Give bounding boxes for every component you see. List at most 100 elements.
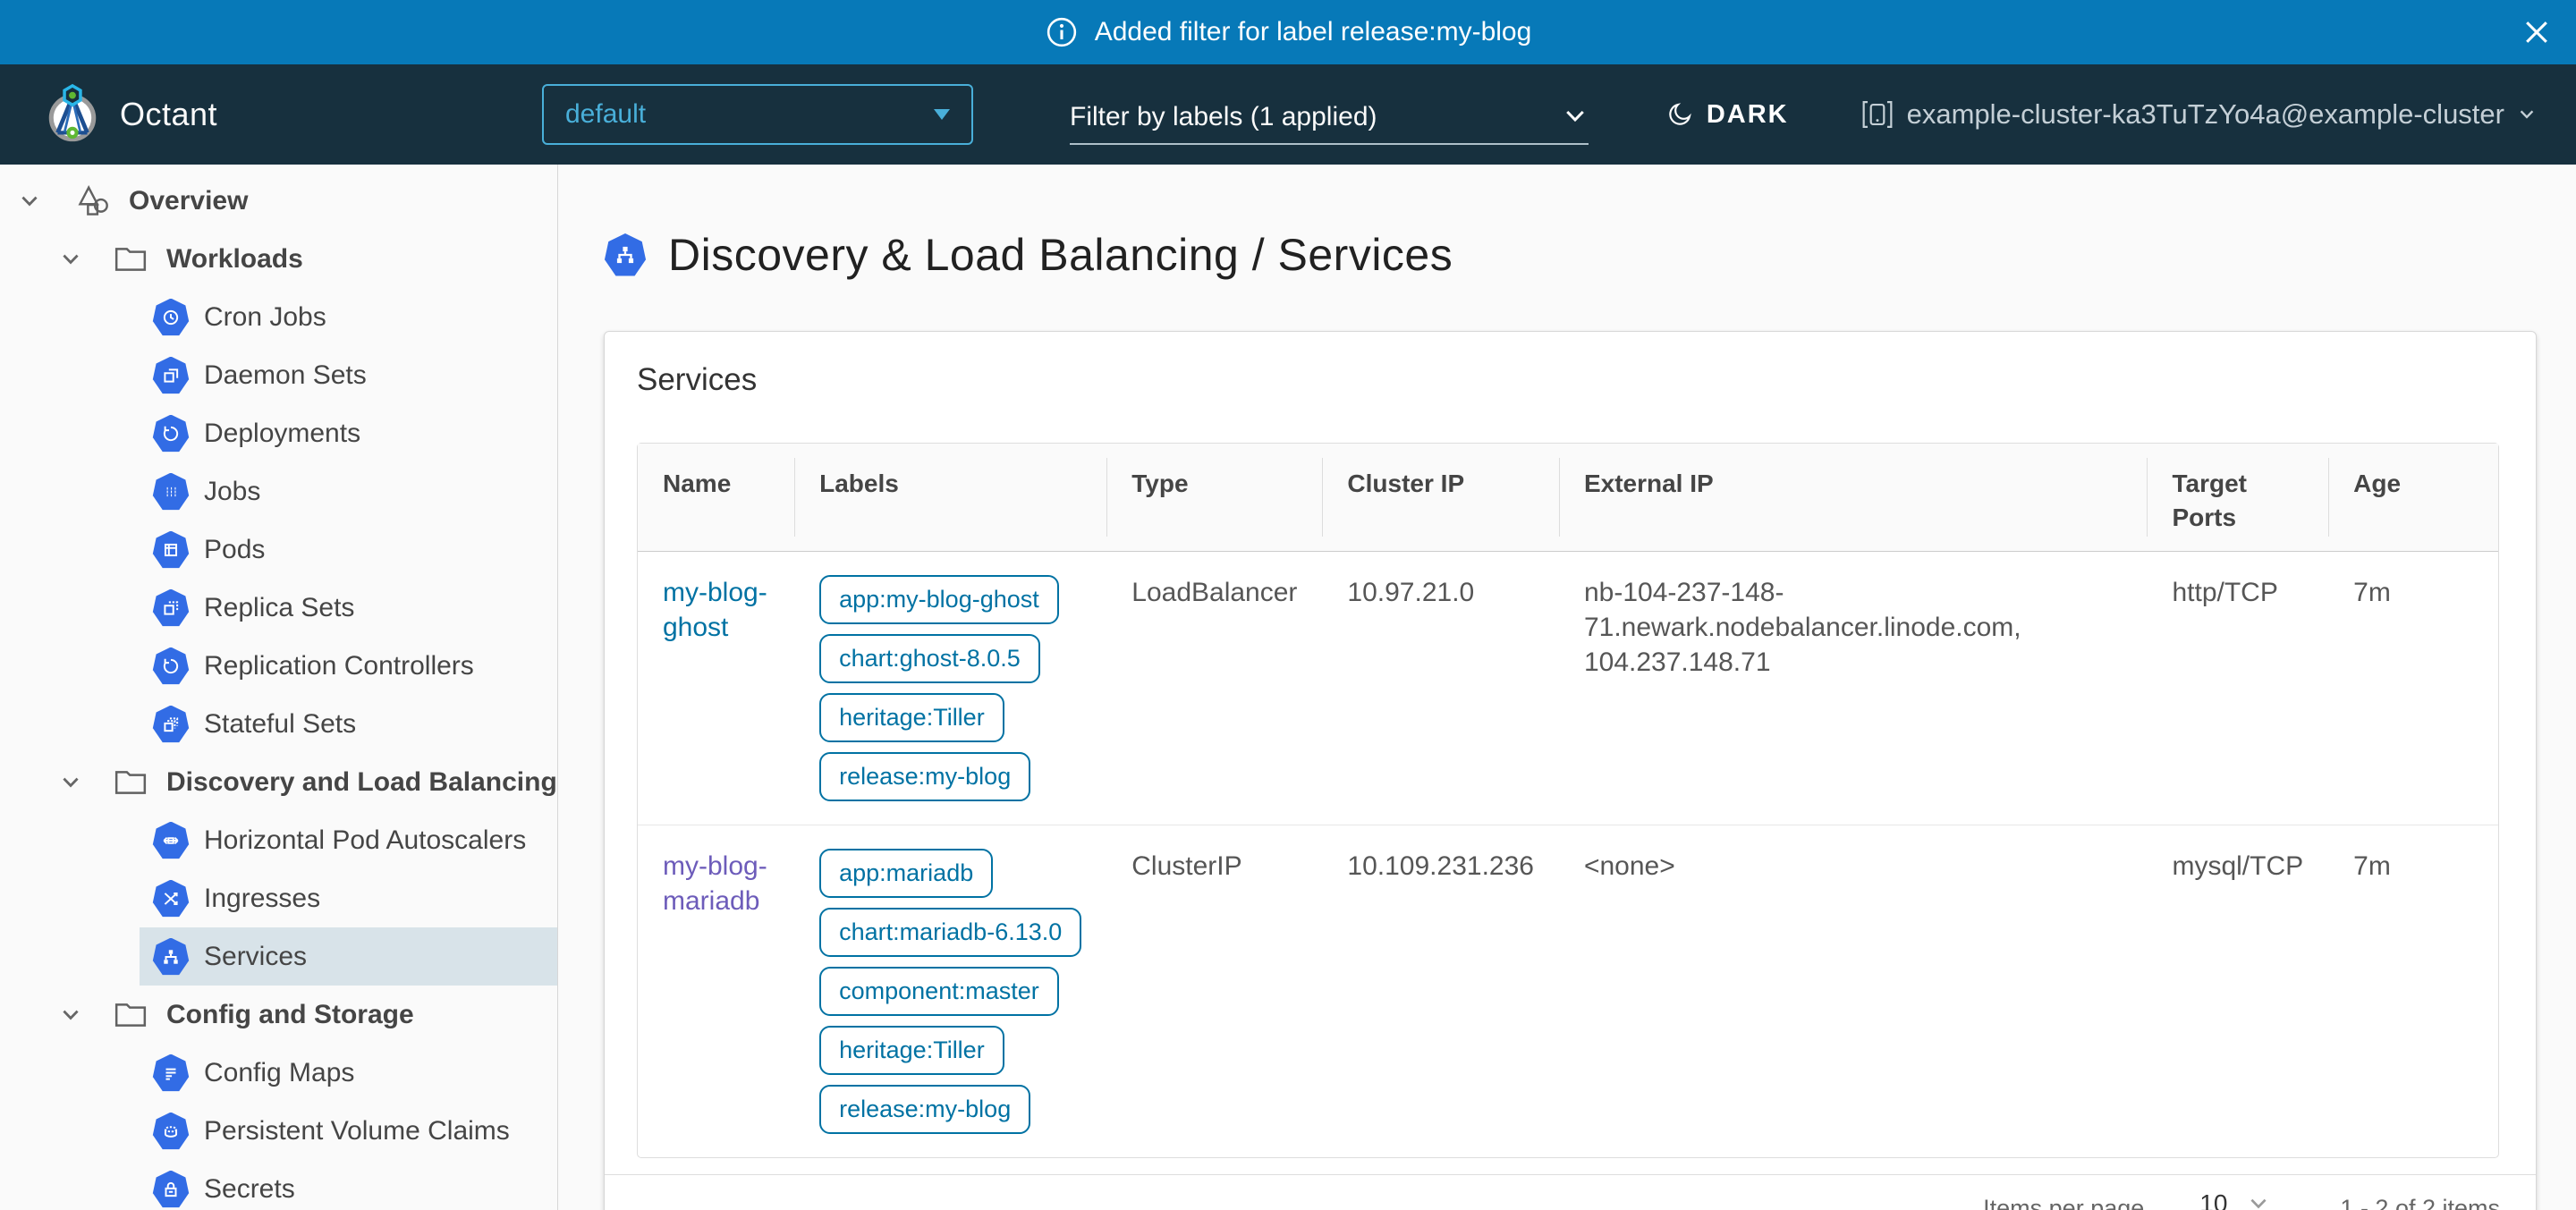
app-title: Octant [120,96,217,133]
items-per-page-value: 10 [2199,1189,2227,1210]
column-header-name: Name [638,444,794,552]
sidebar-item-discovery-and-load-balancing[interactable]: Discovery and Load Balancing [0,753,557,811]
info-circle-icon [1045,15,1079,49]
service-icon [152,938,190,976]
sidebar-item-label: Jobs [204,477,260,507]
sidebar-nav: Overview Workloads Cron Jobs Daemon Sets… [0,165,558,1210]
service-name-link[interactable]: my-blog-mariadb [663,851,767,916]
sidebar-item-replication-controllers[interactable]: Replication Controllers [140,637,557,695]
cluster-ip: 10.109.231.236 [1322,825,1559,1157]
sidebar-item-label: Daemon Sets [204,360,367,391]
host-icon [1860,97,1894,131]
namespace-value: default [565,99,646,130]
column-header-external-ip: External IP [1559,444,2148,552]
sidebar-item-label: Cron Jobs [204,302,326,333]
chevron-down-icon[interactable] [57,771,84,794]
sidebar-item-ingresses[interactable]: Ingresses [140,869,557,927]
chevron-down-icon[interactable] [16,190,43,213]
deployment-icon [152,415,190,453]
sidebar-item-horizontal-pod-autoscalers[interactable]: Horizontal Pod Autoscalers [140,811,557,869]
theme-toggle-label: DARK [1707,100,1789,130]
job-icon [152,473,190,511]
caret-down-icon [934,109,950,120]
sidebar-item-persistent-volume-claims[interactable]: Persistent Volume Claims [140,1102,557,1160]
service-icon [604,233,647,276]
objects-icon [73,182,113,221]
sidebar-item-services[interactable]: Services [140,927,557,986]
sidebar-item-label: Secrets [204,1174,295,1205]
external-ip: nb-104-237-148-71.newark.nodebalancer.li… [1559,552,2148,825]
items-per-page-label: Items per page [1983,1195,2144,1210]
label-badge[interactable]: release:my-blog [819,1085,1030,1134]
secret-icon [152,1171,190,1208]
service-type: LoadBalancer [1106,552,1322,825]
sidebar-item-deployments[interactable]: Deployments [140,404,557,462]
sidebar-item-label: Replication Controllers [204,651,474,681]
services-table: Name Labels Type Cluster IP External IP … [637,443,2499,1158]
sidebar-item-secrets[interactable]: Secrets [140,1160,557,1210]
pagination-range: 1 - 2 of 2 items [2340,1195,2500,1210]
services-card: Services Name Labels Type Cluster IP Ext… [604,331,2537,1210]
moon-icon [1665,100,1694,129]
sidebar-item-workloads[interactable]: Workloads [0,230,557,288]
chevron-down-icon[interactable] [57,248,84,271]
close-icon[interactable] [2519,14,2555,50]
column-header-target-ports: Target Ports [2147,444,2328,552]
sidebar-item-daemon-sets[interactable]: Daemon Sets [140,346,557,404]
octant-logo [41,83,104,146]
label-badge[interactable]: chart:mariadb-6.13.0 [819,908,1081,957]
configmap-icon [152,1054,190,1092]
chevron-down-icon[interactable] [57,1003,84,1027]
sidebar-item-label: Config Maps [204,1058,354,1088]
page-title: Discovery & Load Balancing / Services [668,229,1453,281]
pvc-icon [152,1113,190,1150]
label-badge[interactable]: heritage:Tiller [819,693,1004,742]
cluster-ip: 10.97.21.0 [1322,552,1559,825]
cluster-switcher[interactable]: example-cluster-ka3TuTzYo4a@example-clus… [1860,97,2537,131]
cluster-name: example-cluster-ka3TuTzYo4a@example-clus… [1907,98,2504,131]
namespace-selector[interactable]: default [542,84,973,145]
sidebar-item-config-and-storage[interactable]: Config and Storage [0,986,557,1044]
target-ports: mysql/TCP [2147,825,2328,1157]
sidebar-item-config-maps[interactable]: Config Maps [140,1044,557,1102]
label-filter-dropdown[interactable]: Filter by labels (1 applied) [1070,84,1589,145]
label-badge[interactable]: component:master [819,967,1059,1016]
folder-icon [111,763,150,802]
theme-toggle-button[interactable]: DARK [1665,100,1789,130]
sidebar-item-cron-jobs[interactable]: Cron Jobs [140,288,557,346]
sidebar-item-stateful-sets[interactable]: Stateful Sets [140,695,557,753]
pod-icon [152,531,190,569]
chevron-down-icon [2517,105,2537,124]
sidebar-item-label: Ingresses [204,884,320,914]
sidebar-item-jobs[interactable]: Jobs [140,462,557,520]
label-badge[interactable]: heritage:Tiller [819,1026,1004,1075]
label-badge[interactable]: app:my-blog-ghost [819,575,1059,624]
folder-icon [111,995,150,1035]
app-header: Octant default Filter by labels (1 appli… [0,64,2576,165]
items-per-page-select[interactable]: 10 [2194,1189,2275,1210]
app-brand: Octant [41,83,542,146]
column-header-age: Age [2328,444,2498,552]
sidebar-item-label: Overview [129,186,248,216]
service-name-link[interactable]: my-blog-ghost [663,578,767,642]
external-ip: <none> [1559,825,2148,1157]
column-header-cluster-ip: Cluster IP [1322,444,1559,552]
target-ports: http/TCP [2147,552,2328,825]
sidebar-item-label: Discovery and Load Balancing [166,767,557,798]
column-header-type: Type [1106,444,1322,552]
label-badge[interactable]: app:mariadb [819,849,993,898]
statefulset-icon [152,706,190,743]
label-badge[interactable]: release:my-blog [819,752,1030,801]
table-row: my-blog-ghost app:my-blog-ghost chart:gh… [638,552,2498,825]
column-header-labels: Labels [794,444,1106,552]
card-title: Services [637,362,2504,398]
sidebar-item-label: Stateful Sets [204,709,356,740]
cronjob-icon [152,299,190,336]
label-badge[interactable]: chart:ghost-8.0.5 [819,634,1040,683]
service-type: ClusterIP [1106,825,1322,1157]
sidebar-item-replica-sets[interactable]: Replica Sets [140,579,557,637]
sidebar-item-overview[interactable]: Overview [0,172,557,230]
age: 7m [2328,825,2498,1157]
sidebar-item-label: Persistent Volume Claims [204,1116,510,1147]
sidebar-item-pods[interactable]: Pods [140,520,557,579]
